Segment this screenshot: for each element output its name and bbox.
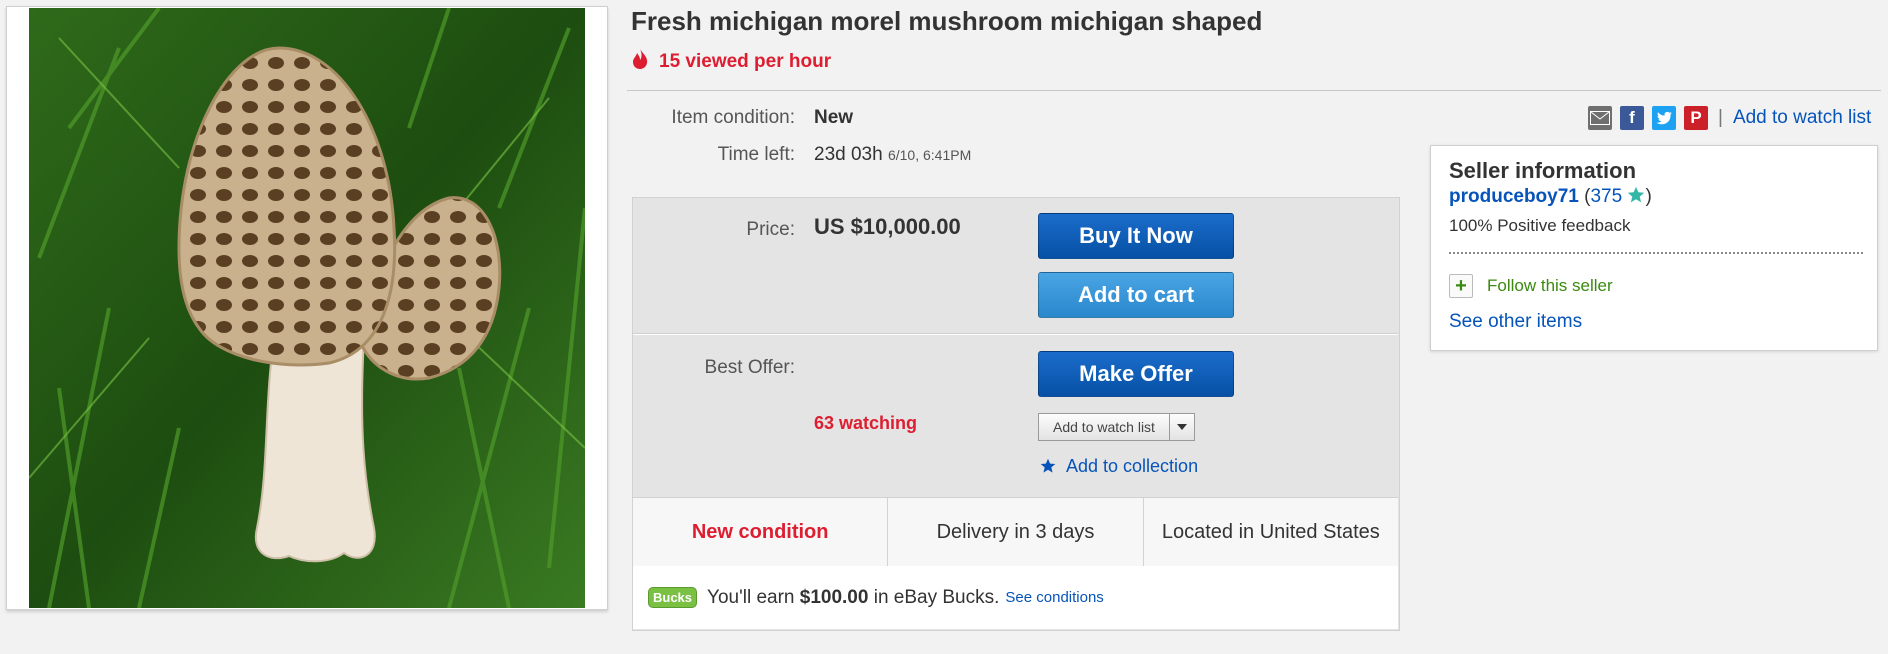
watch-list-button[interactable]: Add to watch list [1038,413,1195,441]
views-indicator: 15 viewed per hour [631,48,831,73]
follow-seller[interactable]: + Follow this seller [1449,274,1613,298]
location-cell: Located in United States [1161,520,1380,543]
add-to-cart-button[interactable]: Add to cart [1038,272,1234,318]
email-icon[interactable] [1588,106,1612,130]
info-strip: New condition Delivery in 3 days Located… [633,497,1398,567]
see-other-items-link[interactable]: See other items [1449,311,1582,333]
make-offer-button[interactable]: Make Offer [1038,351,1234,397]
seller-information-card: Seller information produceboy71 (375 ) 1… [1430,145,1878,351]
share-separator: | [1718,107,1723,128]
condition-label: Item condition: [671,107,795,128]
add-to-collection[interactable]: Add to collection [1040,456,1198,477]
add-to-collection-link[interactable]: Add to collection [1066,456,1198,476]
watching-count: 63 watching [814,413,918,433]
buy-it-now-button[interactable]: Buy It Now [1038,213,1234,259]
time-left-duration: 23d 03h [814,144,883,165]
plus-icon[interactable]: + [1449,274,1473,298]
delivery-cell: Delivery in 3 days [888,498,1144,566]
price-label: Price: [746,219,795,240]
see-conditions-link[interactable]: See conditions [1005,589,1103,606]
facebook-icon[interactable]: f [1620,106,1644,130]
flame-icon [631,48,649,70]
views-text: 15 viewed per hour [659,51,832,72]
paren-close: ) [1645,186,1652,207]
best-offer-label: Best Offer: [704,357,795,378]
image-frame [6,6,608,610]
seller-name-line: produceboy71 (375 ) [1449,186,1652,208]
bucks-text-post: in eBay Bucks. [873,586,1000,608]
bucks-amount: $100.00 [799,586,869,608]
feedback-score-link[interactable]: 375 [1590,186,1622,207]
star-icon [1040,458,1056,473]
condition-value: New [814,107,854,128]
divider [627,90,1881,91]
product-photo[interactable] [29,8,585,608]
positive-feedback: 100% Positive feedback [1449,216,1631,235]
bucks-logo-icon: Bucks [648,587,698,608]
share-row: f P | Add to watch list [1588,105,1871,131]
new-condition-cell: New condition [633,498,889,566]
twitter-icon[interactable] [1652,106,1676,130]
chevron-down-icon[interactable] [1168,414,1194,440]
price-value: US $10,000.00 [814,214,961,239]
feedback-star-icon [1628,186,1645,203]
time-left-value: 23d 03h 6/10, 6:41PM [814,144,971,166]
bucks-text-pre: You'll earn [707,586,795,608]
time-left-label: Time left: [717,144,795,165]
buy-box-divider [633,333,1398,335]
time-left-date: 6/10, 6:41PM [887,147,972,163]
add-to-watch-list-link[interactable]: Add to watch list [1733,107,1871,129]
follow-seller-label[interactable]: Follow this seller [1487,276,1613,296]
seller-name-link[interactable]: produceboy71 [1449,186,1579,207]
pinterest-icon[interactable]: P [1684,106,1708,130]
seller-information-title: Seller information [1449,158,1637,183]
morel-mushroom-image [29,8,585,608]
seller-divider [1449,252,1863,254]
ebay-bucks-row: Bucks You'll earn $100.00 in eBay Bucks.… [633,566,1398,629]
listing-title: Fresh michigan morel mushroom michigan s… [631,6,1263,36]
watch-list-button-label[interactable]: Add to watch list [1039,414,1169,440]
